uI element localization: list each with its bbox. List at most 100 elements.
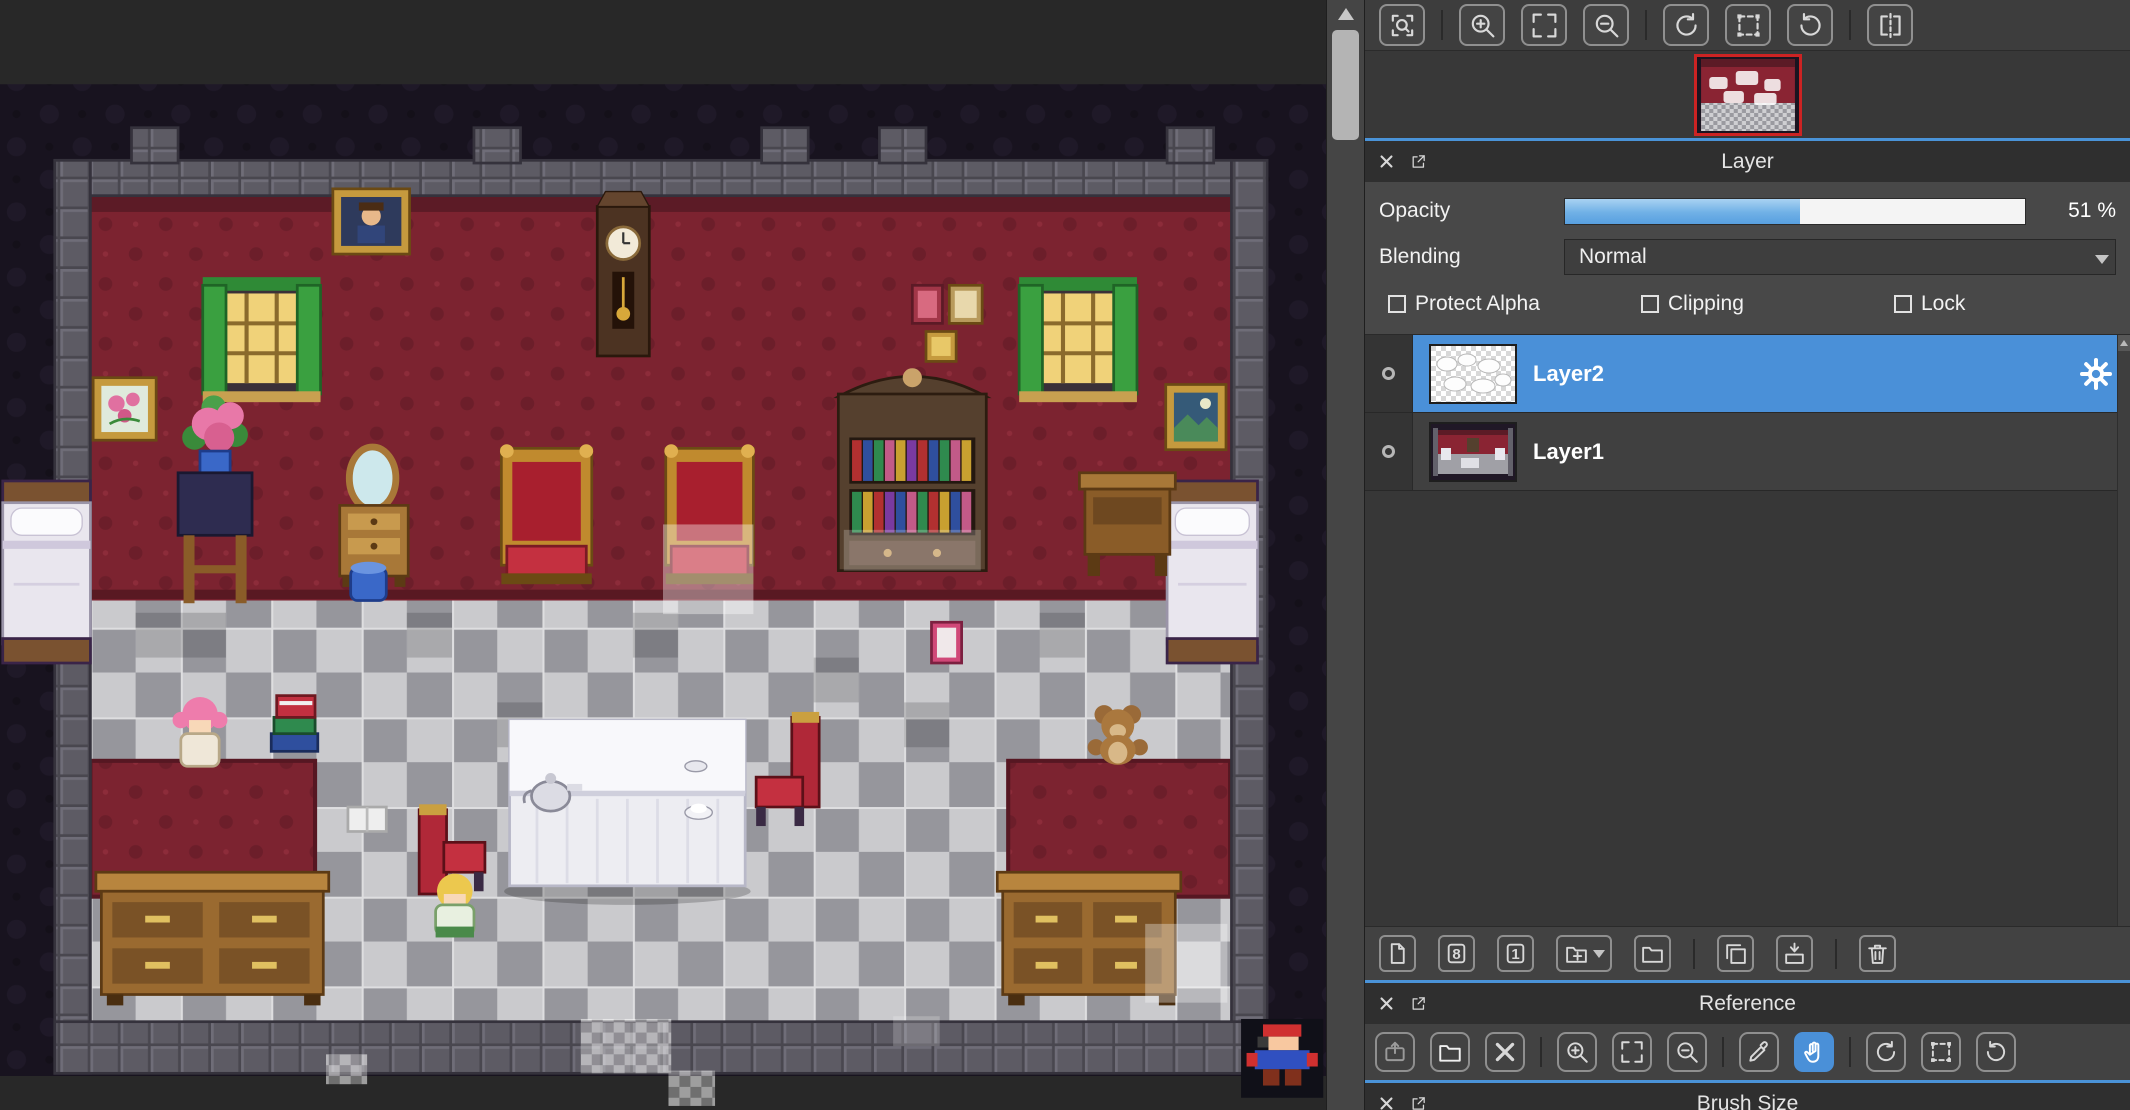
layer-name: Layer2 [1533,361,2080,387]
fit-screen-icon [1530,11,1559,40]
close-panel-icon[interactable] [1377,153,1395,171]
new-layer-button[interactable] [1379,935,1416,972]
folder-button[interactable] [1634,935,1671,972]
opacity-slider[interactable] [1564,198,2026,225]
delete-layer-button[interactable] [1859,935,1896,972]
toolbar-separator [1645,10,1647,40]
fit-screen-button[interactable] [1521,4,1567,46]
brush-size-panel-title: Brush Size [1697,1092,1799,1110]
layer-row-layer1[interactable]: Layer1 [1365,413,2130,491]
layer-settings-button[interactable] [2080,358,2112,390]
ref-rotate-right-button[interactable] [1976,1032,2016,1072]
merge-layer-button[interactable] [1776,935,1813,972]
checkbox-box [1388,295,1406,313]
landscape-painting [1166,384,1226,449]
eyedropper-button[interactable] [1739,1032,1779,1072]
scroll-up-arrow-icon[interactable] [1338,8,1354,20]
zoom-out-button[interactable] [1583,4,1629,46]
clipping-checkbox[interactable]: Clipping [1641,292,1894,316]
select-area-button[interactable] [1725,4,1771,46]
right-panel: Layer Opacity 51 % Blending Normal [1364,0,2130,1110]
rotate-right-button[interactable] [1787,4,1833,46]
hand-icon [1801,1039,1827,1065]
layer1-thumbnail [1429,422,1517,482]
rotate-left-icon [1672,11,1701,40]
layer-panel-header: Layer [1365,138,2130,182]
lock-label: Lock [1921,292,1965,316]
blending-value: Normal [1579,245,1647,269]
reference-panel-title: Reference [1699,992,1796,1016]
visibility-toggle[interactable] [1365,413,1413,490]
layer-list-scrollbar[interactable] [2117,335,2130,926]
scrollbar-thumb[interactable] [1332,30,1359,140]
new-8bit-layer-button[interactable]: 8 [1438,935,1475,972]
visibility-toggle[interactable] [1365,335,1413,412]
popout-panel-icon[interactable] [1409,153,1427,171]
new-layer-icon [1385,941,1410,966]
close-panel-icon[interactable] [1377,1095,1395,1110]
capture-button[interactable] [1375,1032,1415,1072]
visibility-dot-icon [1382,367,1395,380]
select-area-icon [1734,11,1763,40]
toolbar-separator [1835,939,1837,969]
blue-bucket [351,562,387,601]
fit-screen-icon [1619,1039,1645,1065]
8bit-digit: 8 [1440,946,1473,963]
open-folder-button[interactable] [1430,1032,1470,1072]
new-1bit-layer-button[interactable]: 1 [1497,935,1534,972]
add-folder-button[interactable] [1556,935,1612,972]
ref-zoom-in-button[interactable] [1557,1032,1597,1072]
popout-panel-icon[interactable] [1409,995,1427,1013]
hand-tool-button[interactable] [1794,1032,1834,1072]
zoom-area-icon [1388,11,1417,40]
layer-panel-title: Layer [1721,150,1774,174]
bed-left [3,481,91,663]
canvas-viewport[interactable] [0,0,1326,1110]
protect-alpha-checkbox[interactable]: Protect Alpha [1388,292,1641,316]
ref-zoom-out-button[interactable] [1667,1032,1707,1072]
flower-painting [93,378,156,440]
blending-dropdown[interactable]: Normal [1564,239,2116,275]
flip-horizontal-button[interactable] [1867,4,1913,46]
close-icon [1492,1039,1518,1065]
visibility-dot-icon [1382,445,1395,458]
layer-row-layer2[interactable]: Layer2 [1365,335,2130,413]
canvas-vertical-scrollbar[interactable] [1326,0,1364,1110]
rotate-right-icon [1796,11,1825,40]
folder-icon [1640,941,1665,966]
rotate-left-icon [1873,1039,1899,1065]
rotate-left-button[interactable] [1663,4,1709,46]
lock-checkbox[interactable]: Lock [1894,292,1965,316]
layer-option-row: Protect Alpha Clipping Lock [1365,280,2130,328]
book-stack [271,696,318,752]
layer2-thumbnail [1429,344,1517,404]
toolbar-separator [1722,1037,1724,1067]
bed-right [1167,481,1257,663]
zoom-area-button[interactable] [1379,4,1425,46]
canvas-artwork[interactable] [0,0,1326,1110]
duplicate-layer-button[interactable] [1717,935,1754,972]
ref-select-area-button[interactable] [1921,1032,1961,1072]
list-scroll-up-icon[interactable] [2118,335,2130,351]
portrait-painting [333,189,410,254]
reference-toolbar [1365,1024,2130,1080]
add-folder-icon [1564,941,1589,966]
throne-chair-1 [500,444,593,584]
ref-fit-screen-button[interactable] [1612,1032,1652,1072]
navigator-strip [1365,50,2130,138]
layer-list: Layer2 [1365,334,2130,926]
clear-reference-button[interactable] [1485,1032,1525,1072]
popout-panel-icon[interactable] [1409,1095,1427,1110]
trash-icon [1865,941,1890,966]
close-panel-icon[interactable] [1377,995,1395,1013]
cabinet-left [96,872,329,1005]
blonde-character [436,874,474,938]
ref-rotate-left-button[interactable] [1866,1032,1906,1072]
duplicate-layer-icon [1723,941,1748,966]
zoom-in-button[interactable] [1459,4,1505,46]
layer-controls: Opacity 51 % Blending Normal Protect Alp… [1365,182,2130,334]
zoom-out-icon [1592,11,1621,40]
layer-list-empty-area [1365,491,2130,926]
capture-icon [1382,1039,1408,1065]
navigator-thumbnail[interactable] [1694,54,1802,136]
